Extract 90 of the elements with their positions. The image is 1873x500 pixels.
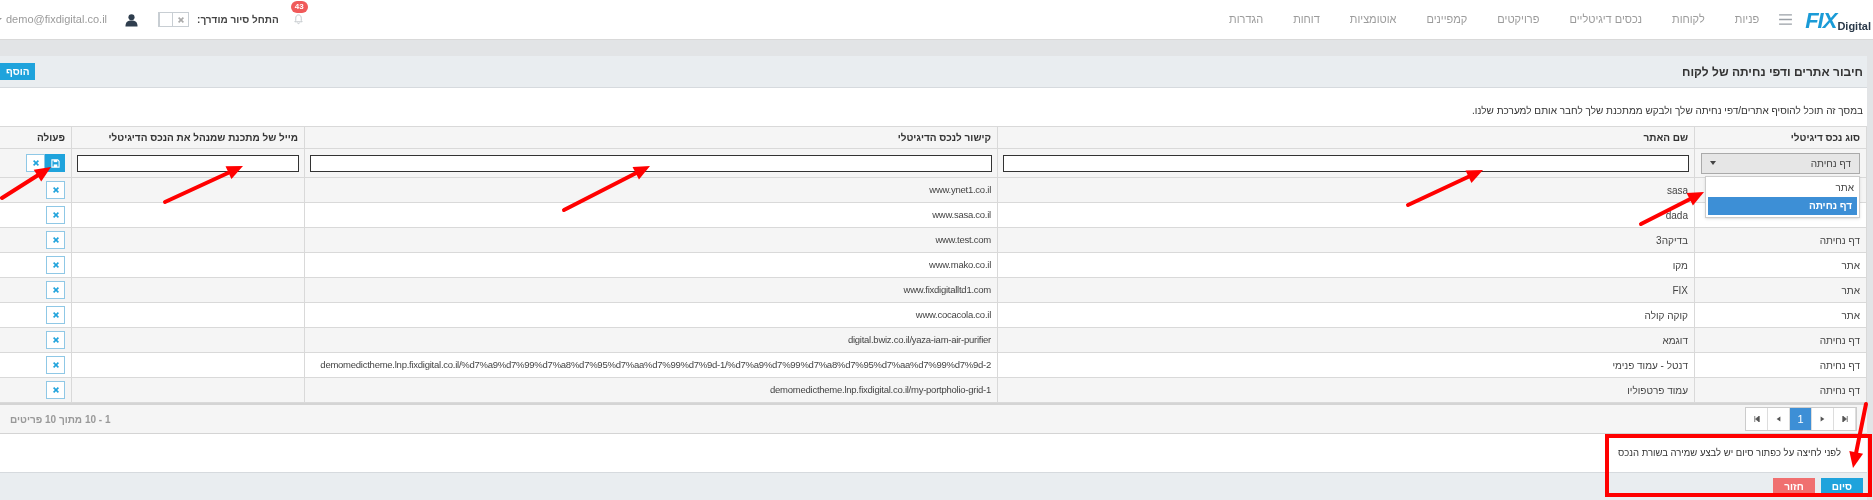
- add-button[interactable]: הוסף: [0, 63, 36, 80]
- next-icon: [1820, 416, 1825, 422]
- dropdown-option[interactable]: דף נחיתה: [1708, 197, 1857, 215]
- table-cell: מקו: [1672, 259, 1688, 271]
- finish-button[interactable]: סיום: [1820, 478, 1863, 494]
- delete-button[interactable]: [46, 256, 65, 274]
- nav-link[interactable]: פניות: [1734, 11, 1760, 28]
- nav-link[interactable]: נכסים דיגיטליים: [1569, 11, 1643, 28]
- table-cell: דף נחיתה: [1819, 384, 1860, 396]
- back-button[interactable]: חזור: [1773, 478, 1815, 494]
- delete-button[interactable]: [46, 306, 65, 324]
- nav-link[interactable]: אוטומציות: [1349, 11, 1397, 28]
- close-icon: [51, 236, 60, 244]
- save-icon: [50, 158, 60, 168]
- cancel-button[interactable]: [26, 154, 45, 172]
- column-header: מייל של מתכנת שמנהל את הנכס הדיגיטלי: [108, 132, 298, 143]
- column-header: סוג נכס דיגיטלי: [1790, 132, 1860, 143]
- delete-button[interactable]: [46, 206, 65, 224]
- last-page-icon: [1841, 416, 1848, 422]
- delete-button[interactable]: [46, 281, 65, 299]
- table-cell: demomedictheme.lnp.fixdigital.co.il/my-portpholio-grid-1: [770, 383, 991, 395]
- nav-link[interactable]: דוחות: [1293, 11, 1320, 28]
- pager-summary: 1 - 10 מתוך 10 פריטים: [10, 412, 111, 427]
- table-cell: www.ynet1.co.il: [929, 183, 991, 195]
- close-icon: [31, 159, 40, 167]
- user-icon[interactable]: [125, 12, 139, 27]
- annotation-arrow: [0, 167, 51, 200]
- page-button[interactable]: 1: [1790, 408, 1812, 430]
- filter-field[interactable]: [77, 154, 299, 172]
- annotation-arrow: [1639, 192, 1704, 226]
- table-cell: www.mako.co.il: [929, 258, 991, 270]
- table-cell: אתר: [1841, 259, 1860, 271]
- table-cell: www.fixdigitalltd1.com: [903, 283, 991, 295]
- table-cell: digital.bwiz.co.il/yaza-iam-air-purifier: [847, 333, 991, 345]
- bell-icon[interactable]: [293, 14, 305, 25]
- column-header: קישור לנכס הדיגיטלי: [897, 132, 991, 143]
- column-header: שם האתר: [1643, 132, 1688, 143]
- table-cell: דנטל - עמוד פנימי: [1612, 359, 1688, 371]
- note-text: לפני לחיצה על כפתור סיום יש לבצע שמירה בשורת הנכס: [1618, 445, 1841, 460]
- close-icon: [51, 361, 60, 369]
- table-cell: דף נחיתה: [1819, 334, 1860, 346]
- previous-icon: [1776, 416, 1781, 422]
- close-icon: [51, 286, 60, 294]
- nav-link[interactable]: הגדרות: [1229, 11, 1264, 28]
- table-cell: אתר: [1841, 309, 1860, 321]
- logo-text[interactable]: Digital: [1837, 19, 1871, 32]
- delete-button[interactable]: [46, 356, 65, 374]
- filter-field[interactable]: [1003, 154, 1689, 172]
- notification-badge: 43: [290, 0, 308, 13]
- close-icon: [51, 311, 60, 319]
- nav-link[interactable]: קמפיינים: [1426, 11, 1468, 28]
- tour-label: התחל סיור מודרך:: [197, 13, 279, 27]
- menu-icon[interactable]: [1778, 14, 1792, 25]
- column-header: פעולה: [37, 132, 65, 143]
- annotation-arrow: [1849, 402, 1868, 468]
- table-cell: עמוד פרטפוליו: [1627, 384, 1688, 396]
- type-select[interactable]: דף נחיתה: [1701, 152, 1860, 174]
- logo-mark[interactable]: FIX: [1805, 9, 1837, 32]
- close-icon: [176, 15, 185, 24]
- table-cell: www.sasa.co.il: [932, 208, 991, 220]
- close-icon: [51, 211, 60, 219]
- panel-title: חיבור אתרים ודפי נחיתה של לקוח: [1682, 63, 1863, 81]
- description-text: במסך זה תוכל להוסיף אתרים/דפי נחיתה שלך ולבקש ממתכנת שלך לחבר אותם למערכת שלנו.: [1472, 103, 1863, 118]
- table-cell: בדיקה3: [1656, 234, 1688, 246]
- table-cell: אתר: [1841, 284, 1860, 296]
- table-cell: FIX: [1672, 284, 1688, 296]
- close-icon: [51, 261, 60, 269]
- table-cell: dada: [1665, 209, 1688, 221]
- table-cell: www.test.com: [935, 233, 991, 245]
- table-cell: sasa: [1666, 184, 1688, 196]
- tour-toggle[interactable]: [158, 12, 190, 27]
- table-cell: דוגמא: [1662, 334, 1688, 346]
- nav-link[interactable]: לקוחות: [1672, 11, 1705, 28]
- delete-button[interactable]: [46, 381, 65, 399]
- user-menu[interactable]: demo@fixdigital.co.il: [0, 11, 108, 28]
- close-icon: [51, 336, 60, 344]
- table-cell: קוקה קולה: [1644, 309, 1688, 321]
- delete-button[interactable]: [46, 331, 65, 349]
- filter-field[interactable]: [310, 154, 992, 172]
- table-cell: דף נחיתה: [1819, 359, 1860, 371]
- delete-button[interactable]: [46, 231, 65, 249]
- table-cell: demomedictheme.lnp.fixdigital.co.il/%d7%a9%d7%99%d7%a8%d7%95%d7%aa%d7%99%d7%9d-1/%d7%a9%d7%99%d7%a8%d7%95%d7%aa%d7%99%d7%9d-2: [320, 358, 991, 370]
- save-button[interactable]: [45, 154, 65, 172]
- nav-link[interactable]: פרויקטים: [1497, 11, 1540, 28]
- table-cell: דף נחיתה: [1819, 234, 1860, 246]
- close-icon: [51, 186, 60, 194]
- table-cell: www.cocacola.co.il: [915, 308, 991, 320]
- close-icon: [51, 386, 60, 394]
- delete-button[interactable]: [46, 181, 65, 199]
- first-page-icon: [1753, 416, 1760, 422]
